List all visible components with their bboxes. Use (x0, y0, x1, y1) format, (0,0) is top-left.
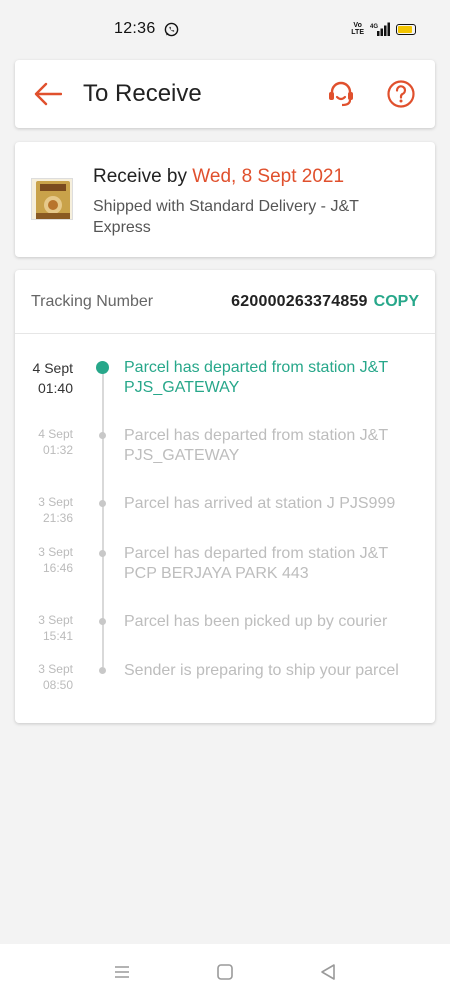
status-icons: Vo LTE 4G (351, 22, 416, 36)
event-description: Parcel has arrived at station J PJS999 (124, 495, 396, 512)
event-time: 21:36 (42, 511, 73, 525)
home-square-icon (217, 964, 233, 980)
tracking-number-value: 620000263374859 (231, 292, 368, 310)
status-bar: 12:36 Vo LTE 4G (0, 0, 450, 58)
event-date: 3 Sept (38, 495, 73, 509)
status-dot (99, 667, 106, 674)
event-description: Parcel has departed from station J&T PJS… (124, 427, 388, 464)
event-datetime: 3 Sept 15:41 (15, 612, 73, 644)
status-time: 12:36 (114, 20, 156, 37)
system-nav-bar (0, 944, 450, 1000)
back-arrow-icon (34, 82, 62, 106)
event-description: Sender is preparing to ship your parcel (124, 662, 399, 679)
event-description: Parcel has departed from station J&T PJS… (124, 359, 388, 396)
product-image-icon (32, 179, 72, 219)
help-button[interactable] (385, 78, 417, 110)
event-date: 3 Sept (38, 662, 73, 676)
copy-button[interactable]: COPY (374, 293, 419, 311)
event-time: 01:40 (37, 380, 73, 396)
event-time: 15:41 (42, 629, 73, 643)
event-datetime: 4 Sept 01:40 (15, 358, 73, 398)
event-description: Parcel has departed from station J&T PCP… (124, 545, 388, 582)
tracking-number-row: Tracking Number 620000263374859 COPY (15, 270, 435, 334)
event-datetime: 3 Sept 16:46 (15, 544, 73, 576)
shipping-info: Shipped with Standard Delivery - J&T Exp… (93, 198, 359, 236)
event-date: 3 Sept (38, 613, 73, 627)
delivery-info-card: Receive by Wed, 8 Sept 2021 Shipped with… (15, 142, 435, 257)
tracking-number-label: Tracking Number (31, 292, 154, 310)
header-bar: To Receive (15, 60, 435, 128)
status-dot (99, 618, 106, 625)
event-time: 01:32 (42, 443, 73, 457)
event-date: 3 Sept (38, 545, 73, 559)
back-button[interactable] (33, 79, 63, 109)
event-time: 08:50 (42, 678, 73, 692)
status-dot (99, 550, 106, 557)
customer-support-icon (329, 81, 353, 107)
recents-button[interactable] (110, 960, 134, 984)
event-datetime: 4 Sept 01:32 (15, 426, 73, 458)
receive-by-label: Receive by (93, 166, 193, 187)
back-triangle-icon (321, 964, 336, 980)
page-title: To Receive (83, 80, 202, 107)
tracking-timeline: 4 Sept 01:40 Parcel has departed from stat… (15, 334, 435, 723)
event-date: 4 Sept (38, 427, 73, 441)
svg-text:4G: 4G (370, 24, 378, 30)
event-datetime: 3 Sept 08:50 (15, 661, 73, 693)
battery-icon (396, 23, 416, 35)
status-dot (99, 432, 106, 439)
current-status-dot (96, 361, 109, 374)
customer-support-button[interactable] (325, 78, 357, 110)
system-back-button[interactable] (316, 960, 340, 984)
battery-level (398, 25, 412, 33)
event-datetime: 3 Sept 21:36 (15, 494, 73, 526)
signal-icon: 4G (370, 22, 390, 36)
help-icon (387, 80, 415, 108)
tracking-card: Tracking Number 620000263374859 COPY 4 S… (15, 270, 435, 723)
home-button[interactable] (213, 960, 237, 984)
status-dot (99, 500, 106, 507)
product-thumbnail[interactable] (31, 178, 73, 220)
event-description: Parcel has been picked up by courier (124, 613, 388, 630)
receive-by-text: Receive by Wed, 8 Sept 2021 (93, 166, 419, 188)
receive-date: Wed, 8 Sept 2021 (192, 166, 345, 187)
event-date: 4 Sept (32, 360, 73, 376)
volte-indicator: Vo LTE (351, 22, 364, 36)
event-time: 16:46 (42, 561, 73, 575)
menu-icon (114, 966, 129, 978)
whatsapp-icon (164, 22, 178, 36)
